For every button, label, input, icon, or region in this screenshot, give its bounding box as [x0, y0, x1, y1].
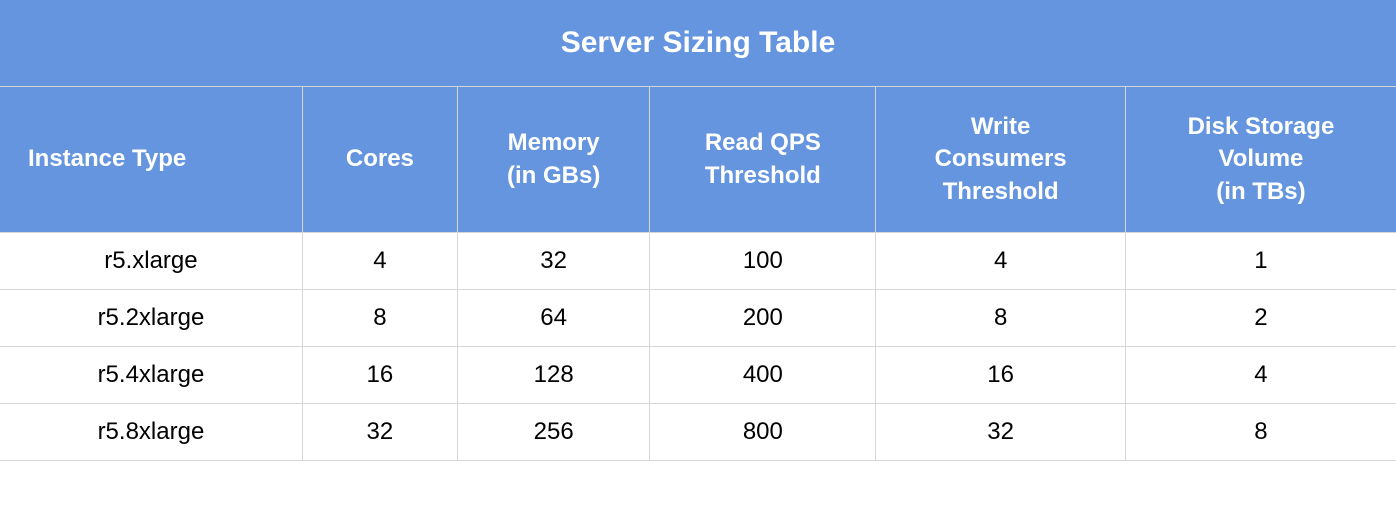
server-sizing-table: Server Sizing Table Instance Type Cores … [0, 0, 1396, 461]
cell-write-consumers: 8 [876, 290, 1126, 347]
cell-memory: 64 [457, 290, 649, 347]
cell-read-qps: 200 [650, 290, 876, 347]
table-row: r5.4xlarge 16 128 400 16 4 [0, 347, 1396, 404]
col-instance-type: Instance Type [0, 87, 302, 233]
table-title: Server Sizing Table [0, 0, 1396, 87]
cell-instance-type: r5.2xlarge [0, 290, 302, 347]
cell-write-consumers: 32 [876, 404, 1126, 461]
cell-read-qps: 400 [650, 347, 876, 404]
cell-disk-storage: 4 [1125, 347, 1396, 404]
col-disk-storage: Disk StorageVolume(in TBs) [1125, 87, 1396, 233]
cell-disk-storage: 2 [1125, 290, 1396, 347]
cell-memory: 256 [457, 404, 649, 461]
table-row: r5.2xlarge 8 64 200 8 2 [0, 290, 1396, 347]
cell-write-consumers: 16 [876, 347, 1126, 404]
cell-instance-type: r5.xlarge [0, 233, 302, 290]
cell-disk-storage: 8 [1125, 404, 1396, 461]
cell-memory: 128 [457, 347, 649, 404]
cell-read-qps: 800 [650, 404, 876, 461]
sizing-table: Server Sizing Table Instance Type Cores … [0, 0, 1396, 461]
cell-cores: 32 [302, 404, 457, 461]
cell-disk-storage: 1 [1125, 233, 1396, 290]
cell-cores: 4 [302, 233, 457, 290]
cell-cores: 16 [302, 347, 457, 404]
table-row: r5.xlarge 4 32 100 4 1 [0, 233, 1396, 290]
table-row: r5.8xlarge 32 256 800 32 8 [0, 404, 1396, 461]
table-header-row: Instance Type Cores Memory(in GBs) Read … [0, 87, 1396, 233]
col-write-consumers: WriteConsumersThreshold [876, 87, 1126, 233]
cell-write-consumers: 4 [876, 233, 1126, 290]
col-cores: Cores [302, 87, 457, 233]
cell-instance-type: r5.4xlarge [0, 347, 302, 404]
cell-instance-type: r5.8xlarge [0, 404, 302, 461]
cell-cores: 8 [302, 290, 457, 347]
cell-memory: 32 [457, 233, 649, 290]
col-read-qps: Read QPSThreshold [650, 87, 876, 233]
cell-read-qps: 100 [650, 233, 876, 290]
col-memory: Memory(in GBs) [457, 87, 649, 233]
